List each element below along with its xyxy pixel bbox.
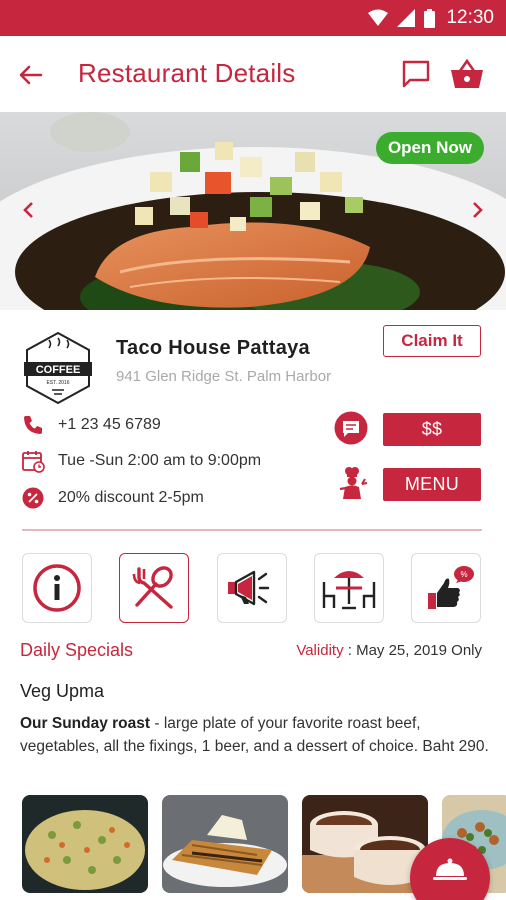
- restaurant-name: Taco House Pattaya: [116, 337, 310, 359]
- restaurant-logo: COFFEE EST. 2016: [22, 331, 94, 405]
- dish-name: Veg Upma: [20, 681, 105, 701]
- validity-date: : May 25, 2019 Only: [347, 642, 482, 659]
- battery-icon: [424, 8, 436, 28]
- cart-button[interactable]: [448, 56, 486, 92]
- price-range-button[interactable]: $$: [383, 413, 481, 446]
- review-icon: [334, 411, 368, 445]
- hours-row: Tue -Sun 2:00 am to 9:00pm: [20, 448, 261, 474]
- status-bar: 12:30: [0, 0, 506, 36]
- page-title: Restaurant Details: [78, 58, 296, 88]
- wifi-icon: [368, 9, 389, 26]
- reservation-tab[interactable]: [314, 553, 384, 623]
- food-menu-tab[interactable]: [119, 553, 189, 623]
- discount-text: 20% discount 2-5pm: [58, 489, 204, 506]
- gallery-thumb-rice[interactable]: [22, 795, 148, 893]
- validity-label: Validity: [296, 642, 344, 659]
- claim-it-button[interactable]: Claim It: [383, 325, 481, 357]
- chef-icon: [336, 466, 370, 500]
- open-now-badge: Open Now: [375, 132, 484, 164]
- fork-spoon-icon: [132, 566, 173, 609]
- info-icon: [33, 564, 81, 612]
- daily-specials-title: Daily Specials: [20, 640, 134, 660]
- restaurant-address: 941 Glen Ridge St. Palm Harbor: [116, 368, 332, 385]
- percent-badge-icon: [20, 485, 46, 511]
- chat-button[interactable]: [398, 56, 434, 92]
- status-time: 12:30: [446, 7, 494, 28]
- status-icons: 12:30: [368, 6, 494, 30]
- signal-icon: [397, 9, 416, 27]
- carousel-prev-button[interactable]: [16, 198, 40, 222]
- announcements-tab[interactable]: [217, 553, 287, 623]
- phone-icon: [20, 412, 46, 438]
- discount-row: 20% discount 2-5pm: [20, 485, 204, 511]
- arrow-left-icon: [19, 65, 43, 85]
- logo-subtext: EST. 2016: [46, 380, 69, 386]
- phone-number: +1 23 45 6789: [58, 416, 161, 433]
- app-bar: Restaurant Details: [0, 36, 506, 112]
- basket-icon: [451, 59, 483, 88]
- thumbs-up-offer-icon: %: [428, 566, 474, 609]
- divider: [22, 529, 482, 531]
- dish-description-lead: Our Sunday roast: [20, 715, 151, 732]
- calendar-clock-icon: [20, 448, 46, 474]
- gallery-thumb-waffle[interactable]: [162, 795, 288, 893]
- food-cloche-icon: [433, 858, 467, 880]
- svg-text:%: %: [460, 570, 467, 579]
- opening-hours: Tue -Sun 2:00 am to 9:00pm: [58, 452, 262, 469]
- menu-button[interactable]: MENU: [383, 468, 481, 501]
- megaphone-icon: [228, 570, 270, 606]
- logo-text: COFFEE: [36, 364, 81, 376]
- hero-image: Open Now: [0, 112, 506, 310]
- phone-row[interactable]: +1 23 45 6789: [20, 412, 161, 438]
- info-tab[interactable]: [22, 553, 92, 623]
- carousel-next-button[interactable]: [466, 198, 490, 222]
- dish-description: Our Sunday roast - large plate of your f…: [20, 712, 490, 758]
- validity: Validity : May 25, 2019 Only: [296, 642, 482, 659]
- chat-icon: [402, 60, 430, 88]
- back-button[interactable]: [14, 58, 48, 92]
- chevron-left-icon: [23, 202, 33, 218]
- offers-tab[interactable]: %: [411, 553, 481, 623]
- chevron-right-icon: [473, 202, 483, 218]
- table-umbrella-icon: [322, 571, 376, 610]
